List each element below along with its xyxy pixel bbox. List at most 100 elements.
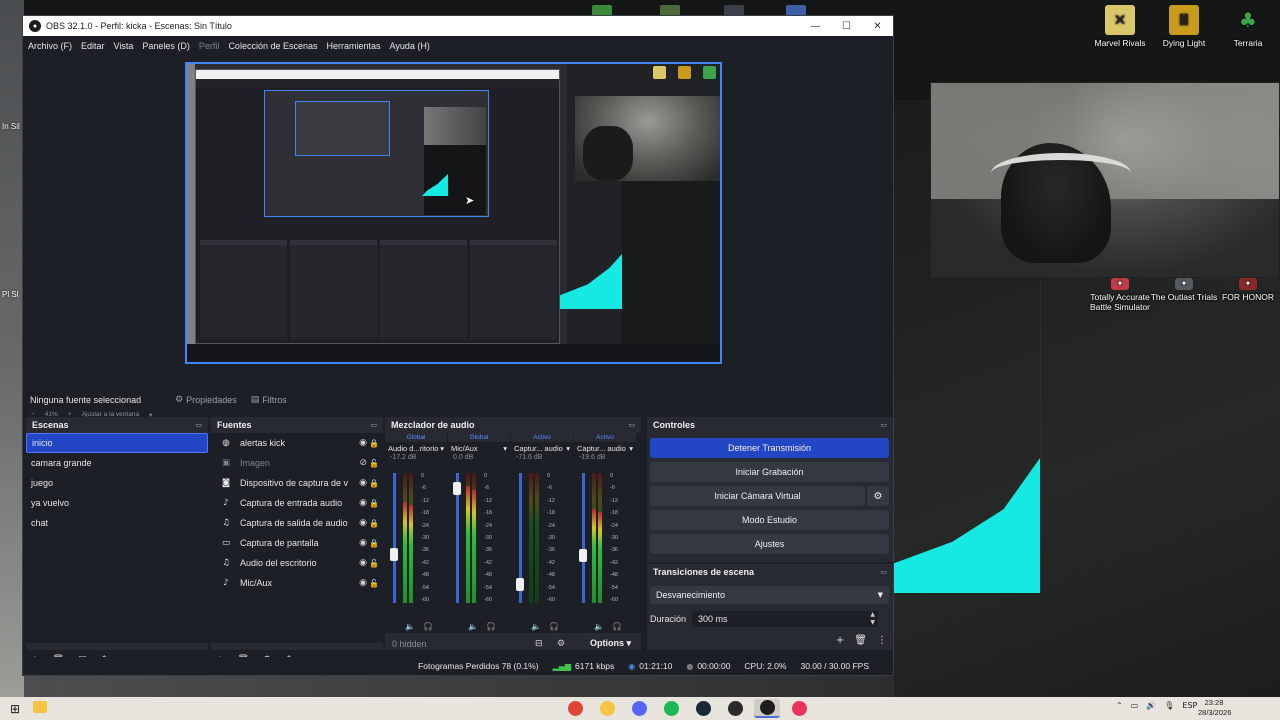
language-indicator[interactable]: ESP xyxy=(1182,701,1197,710)
clock[interactable]: 23:28 28/3/2026 xyxy=(1198,698,1231,718)
menu-paneles[interactable]: Paneles (D) xyxy=(142,41,190,51)
dock-undock-icon[interactable]: ▭ xyxy=(195,421,202,429)
source-item[interactable]: ♪ Captura de entrada audio ◉ 🔒 xyxy=(211,493,383,513)
stop-stream-button[interactable]: Detener Transmisión xyxy=(650,438,889,458)
source-item[interactable]: ♫ Audio del escritorio ◉ 🔓 xyxy=(211,553,383,573)
eye-icon[interactable]: ◉ xyxy=(359,578,367,588)
monitor-headphones-icon[interactable]: 🎧 xyxy=(612,622,622,631)
menu-herramientas[interactable]: Herramientas xyxy=(327,41,381,51)
trash-icon[interactable]: 🗑 xyxy=(854,635,867,646)
dock-undock-icon[interactable]: ▭ xyxy=(880,421,887,429)
layout-icon[interactable]: ⊟ xyxy=(535,639,543,649)
studio-mode-button[interactable]: Modo Estudio xyxy=(650,510,889,530)
network-icon[interactable]: ▭ xyxy=(1131,701,1139,710)
chevron-down-icon[interactable]: ▾ xyxy=(440,444,444,453)
eye-icon[interactable]: ◉ xyxy=(359,538,367,548)
dock-undock-icon[interactable]: ▭ xyxy=(880,568,887,576)
mute-speaker-icon[interactable]: 🔈 xyxy=(468,622,478,631)
scene-item[interactable]: inicio xyxy=(26,433,208,453)
eye-icon[interactable]: ◉ xyxy=(359,478,367,488)
chevron-down-icon[interactable]: ▾ xyxy=(566,444,570,453)
add-icon[interactable]: + xyxy=(836,635,844,646)
source-item[interactable]: ▭ Captura de pantalla ◉ 🔒 xyxy=(211,533,383,553)
windows-start-icon[interactable]: ⊞ xyxy=(10,702,20,716)
source-item[interactable]: ♪ Mic/Aux ◉ 🔓 xyxy=(211,573,383,593)
monitor-headphones-icon[interactable]: 🎧 xyxy=(486,622,496,631)
filters-button[interactable]: ▤ Filtros xyxy=(251,395,287,405)
unlock-icon[interactable]: 🔓 xyxy=(369,579,379,588)
tray-chevron-up-icon[interactable]: ⌃ xyxy=(1116,701,1123,710)
virtual-camera-button[interactable]: Iniciar Cámara Virtual xyxy=(650,486,865,506)
desktop-icon-for-honor[interactable]: ✦ FOR HONOR xyxy=(1210,278,1280,302)
settings-button[interactable]: Ajustes xyxy=(650,534,889,554)
taskbar-app-button[interactable] xyxy=(690,699,716,718)
dock-undock-icon[interactable]: ▭ xyxy=(370,421,377,429)
duration-input[interactable]: 300 ms ▲ ▼ xyxy=(692,611,879,627)
taskbar-app-button[interactable] xyxy=(786,699,812,718)
menu-editar[interactable]: Editar xyxy=(81,41,105,51)
scene-item[interactable]: juego xyxy=(26,473,208,493)
monitor-headphones-icon[interactable]: 🎧 xyxy=(549,622,559,631)
properties-button[interactable]: ⚙ Propiedades xyxy=(175,395,237,405)
start-recording-button[interactable]: Iniciar Grabación xyxy=(650,462,889,482)
preview-canvas[interactable]: ➤ xyxy=(185,62,722,364)
menu-perfil[interactable]: Perfil xyxy=(199,41,220,51)
unlock-icon[interactable]: 🔓 xyxy=(369,559,379,568)
chevron-down-icon[interactable]: ▾ xyxy=(503,444,507,453)
eye-icon[interactable]: ◉ xyxy=(359,498,367,508)
transition-select[interactable]: Desvanecimiento ▼ xyxy=(650,586,889,604)
taskbar-app-button[interactable] xyxy=(754,699,780,718)
more-icon[interactable]: ⋮ xyxy=(877,635,887,646)
unlock-icon[interactable]: 🔓 xyxy=(369,459,379,468)
eye-icon[interactable]: ◉ xyxy=(359,558,367,568)
mixer-settings-icon[interactable]: ⚙ xyxy=(557,639,565,649)
source-item[interactable]: ▣ Imagen ⊘ 🔓 xyxy=(211,453,383,473)
eye-icon[interactable]: ◉ xyxy=(359,438,367,448)
maximize-button[interactable]: ☐ xyxy=(831,16,862,36)
mute-speaker-icon[interactable]: 🔈 xyxy=(531,622,541,631)
menu-ayuda[interactable]: Ayuda (H) xyxy=(390,41,430,51)
menu-vista[interactable]: Vista xyxy=(114,41,134,51)
taskbar-app-button[interactable] xyxy=(722,699,748,718)
taskbar-app-button[interactable] xyxy=(594,699,620,718)
lock-icon[interactable]: 🔒 xyxy=(369,499,379,508)
lock-icon[interactable]: 🔒 xyxy=(369,539,379,548)
dock-undock-icon[interactable]: ▭ xyxy=(628,421,635,429)
close-button[interactable]: ✕ xyxy=(862,16,893,36)
scene-item[interactable]: chat xyxy=(26,513,208,533)
microphone-icon[interactable]: 🎙 xyxy=(1164,701,1174,710)
desktop-icon-terraria[interactable]: ♣ Terraria xyxy=(1210,5,1280,48)
source-item[interactable]: ♫ Captura de salida de audio ◉ 🔒 xyxy=(211,513,383,533)
spinner-arrows-icon[interactable]: ▲ ▼ xyxy=(870,611,875,627)
volume-fader-handle[interactable] xyxy=(453,482,461,496)
monitor-headphones-icon[interactable]: 🎧 xyxy=(423,622,433,631)
minimize-button[interactable]: — xyxy=(800,16,831,36)
volume-fader-track[interactable] xyxy=(582,473,585,603)
eye-icon[interactable]: ◉ xyxy=(359,518,367,528)
menu-coleccion-escenas[interactable]: Colección de Escenas xyxy=(228,41,317,51)
taskbar-app-button[interactable] xyxy=(658,699,684,718)
taskbar-app-button[interactable] xyxy=(626,699,652,718)
mute-speaker-icon[interactable]: 🔈 xyxy=(594,622,604,631)
eye-off-icon[interactable]: ⊘ xyxy=(359,458,367,468)
source-item[interactable]: ◙ Dispositivo de captura de v ◉ 🔒 xyxy=(211,473,383,493)
virtual-camera-settings-gear-icon[interactable]: ⚙ xyxy=(867,486,889,506)
taskbar-app-button[interactable] xyxy=(562,699,588,718)
volume-fader-track[interactable] xyxy=(393,473,396,603)
menu-archivo[interactable]: Archivo (F) xyxy=(28,41,72,51)
mute-speaker-icon[interactable]: 🔈 xyxy=(405,622,415,631)
volume-icon[interactable]: 🔊 xyxy=(1146,701,1156,710)
lock-icon[interactable]: 🔒 xyxy=(369,519,379,528)
scene-item[interactable]: camara grande xyxy=(26,453,208,473)
volume-fader-handle[interactable] xyxy=(579,549,587,563)
lock-icon[interactable]: 🔒 xyxy=(369,479,379,488)
options-button[interactable]: Options ▾ xyxy=(590,638,631,649)
source-item[interactable]: ◍ alertas kick ◉ 🔒 xyxy=(211,433,383,453)
folder-icon[interactable] xyxy=(33,701,47,713)
volume-fader-handle[interactable] xyxy=(516,578,524,592)
volume-fader-handle[interactable] xyxy=(390,547,398,561)
scene-item[interactable]: ya vuelvo xyxy=(26,493,208,513)
chevron-down-icon[interactable]: ▾ xyxy=(629,444,633,453)
title-bar[interactable]: ● OBS 32.1.0 - Perfil: kicka - Escenas: … xyxy=(23,16,893,36)
lock-icon[interactable]: 🔒 xyxy=(369,439,379,448)
